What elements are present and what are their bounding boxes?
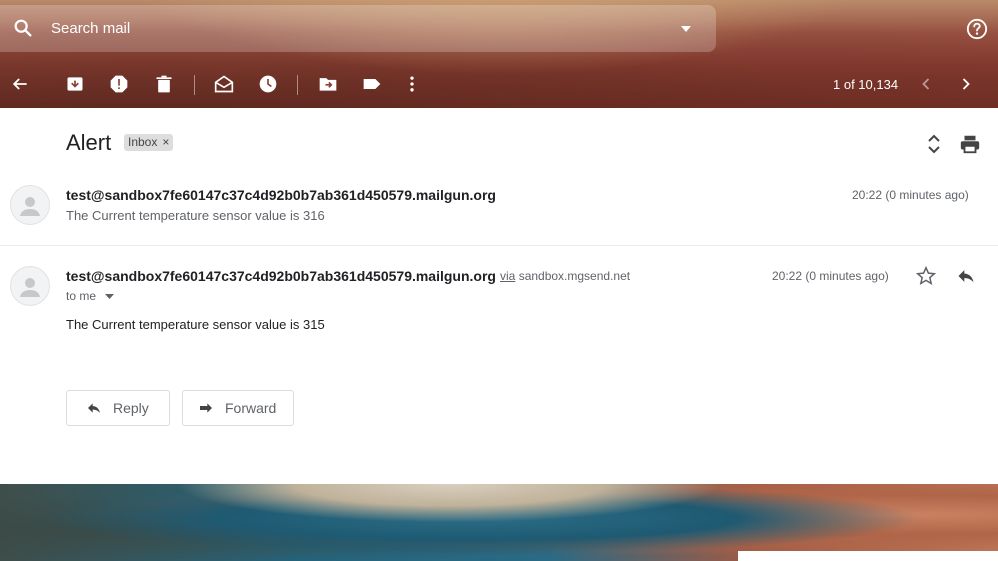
message-snippet: The Current temperature sensor value is … <box>66 208 325 223</box>
person-icon <box>20 197 40 216</box>
header-background: Search mail 1 of 10,134 <box>0 0 998 108</box>
toolbar-divider <box>194 75 195 95</box>
delete-icon[interactable] <box>154 74 174 94</box>
more-vert-icon[interactable] <box>402 74 422 94</box>
reply-icon[interactable] <box>955 266 977 286</box>
search-input[interactable]: Search mail <box>51 20 130 37</box>
avatar <box>10 185 50 225</box>
expand-all-icon[interactable] <box>925 134 943 154</box>
label-text: Inbox <box>128 135 158 149</box>
toolbar: 1 of 10,134 <box>0 66 998 102</box>
avatar <box>10 266 50 306</box>
inbox-label-chip[interactable]: Inbox × <box>124 134 174 151</box>
star-icon[interactable] <box>916 266 936 286</box>
message-time: 20:22 (0 minutes ago) <box>852 188 969 202</box>
expanded-message: test@sandbox7fe60147c37c4d92b0b7ab361d45… <box>0 260 998 480</box>
back-arrow-icon[interactable] <box>10 74 30 94</box>
collapsed-message[interactable]: test@sandbox7fe60147c37c4d92b0b7ab361d45… <box>0 180 998 244</box>
label-icon[interactable] <box>362 74 382 94</box>
search-options-icon[interactable] <box>680 23 692 35</box>
report-spam-icon[interactable] <box>109 74 129 94</box>
recipient-text: to me <box>66 289 97 303</box>
toolbar-divider <box>297 75 298 95</box>
help-icon[interactable] <box>966 18 988 40</box>
forward-button[interactable]: Forward <box>182 390 294 426</box>
via-domain: via sandbox.mgsend.net <box>500 269 630 283</box>
message-divider <box>0 245 998 246</box>
background-landscape-image <box>0 484 998 561</box>
remove-label-icon[interactable]: × <box>162 134 169 151</box>
sender-email: test@sandbox7fe60147c37c4d92b0b7ab361d45… <box>66 268 496 284</box>
thread-header: Alert Inbox × <box>0 120 998 166</box>
pager-count: 1 of 10,134 <box>833 77 899 92</box>
reply-button[interactable]: Reply <box>66 390 170 426</box>
move-to-icon[interactable] <box>318 74 338 94</box>
snooze-icon[interactable] <box>258 74 278 94</box>
older-chevron-icon[interactable] <box>956 74 976 94</box>
via-link[interactable]: via <box>500 269 515 283</box>
thread-subject: Alert <box>66 130 112 155</box>
reply-icon <box>88 403 100 413</box>
message-time: 20:22 (0 minutes ago) <box>772 269 889 283</box>
reply-label: Reply <box>113 400 149 416</box>
via-domain-text: sandbox.mgsend.net <box>518 269 631 283</box>
newer-chevron-icon[interactable] <box>916 74 936 94</box>
details-caret-icon[interactable] <box>105 293 115 300</box>
footer-bar <box>738 551 998 561</box>
person-icon <box>20 278 40 297</box>
archive-icon[interactable] <box>65 74 85 94</box>
message-body: The Current temperature sensor value is … <box>66 317 325 332</box>
forward-label: Forward <box>225 400 277 416</box>
forward-icon <box>200 403 212 413</box>
mark-unread-icon[interactable] <box>214 74 234 94</box>
search-bar[interactable]: Search mail <box>0 5 716 52</box>
recipient-to[interactable]: to me <box>66 289 115 303</box>
print-icon[interactable] <box>959 133 981 155</box>
search-icon[interactable] <box>12 17 34 39</box>
sender-email: test@sandbox7fe60147c37c4d92b0b7ab361d45… <box>66 187 496 203</box>
